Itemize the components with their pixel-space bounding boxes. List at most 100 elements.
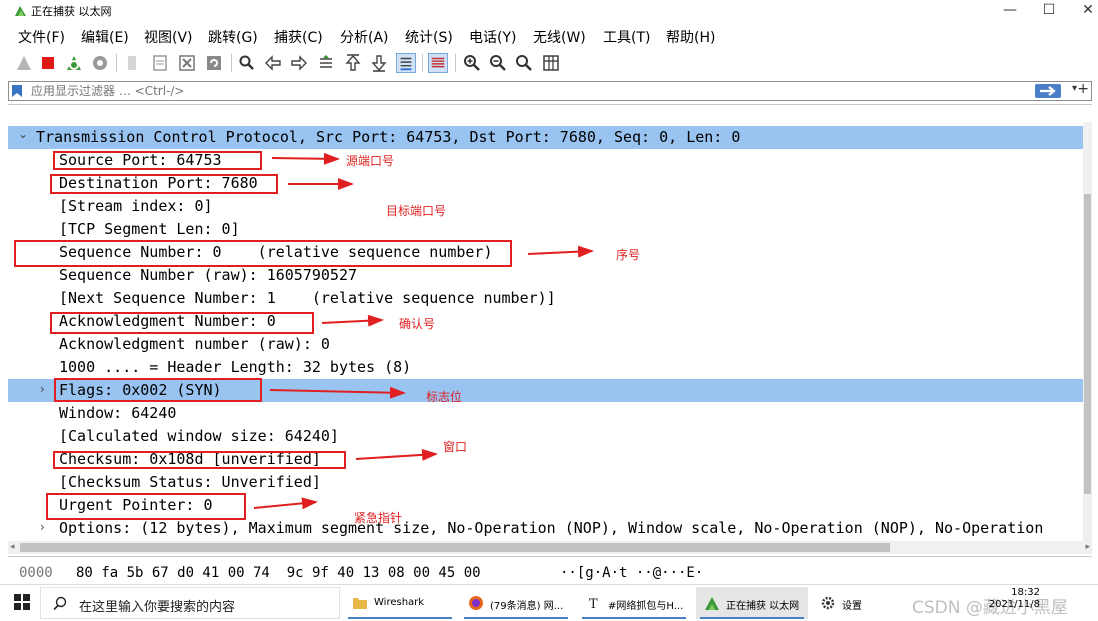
taskbar-item-typora[interactable]: T #网络抓包与H... [578, 587, 690, 619]
system-clock[interactable]: 18:32 2021/11/8 [989, 587, 1040, 611]
wireshark-icon [705, 597, 719, 610]
packet-list-pane-edge[interactable] [8, 104, 1092, 122]
tree-row-calculated-window[interactable]: [Calculated window size: 64240] [8, 425, 1083, 448]
annotation-label-sequence-number: 序号 [616, 248, 641, 262]
tree-row-text: [Next Sequence Number: 1 (relative seque… [59, 289, 556, 307]
tree-row-checksum-status[interactable]: [Checksum Status: Unverified] [8, 471, 1083, 494]
bookmark-icon[interactable] [11, 84, 23, 98]
menu-statistics[interactable]: 统计(S) [405, 27, 453, 47]
save-file-icon[interactable] [150, 53, 170, 73]
settings-icon [821, 596, 835, 610]
scroll-left-icon[interactable]: ◂ [10, 541, 15, 554]
zoom-out-icon[interactable] [488, 53, 508, 73]
windows-start-icon[interactable] [14, 594, 30, 610]
tree-row-stream-index[interactable]: [Stream index: 0] [8, 195, 1083, 218]
scrollbar-thumb[interactable] [1084, 194, 1091, 494]
taskbar-item-wireshark-folder[interactable]: Wireshark [344, 587, 456, 619]
firefox-icon [469, 596, 483, 610]
first-packet-icon[interactable] [343, 53, 363, 73]
tree-row-ack-raw[interactable]: Acknowledgment number (raw): 0 [8, 333, 1083, 356]
close-button[interactable]: ✕ [1066, 0, 1098, 21]
taskbar-item-settings[interactable]: 设置 [812, 587, 892, 619]
resize-columns-icon[interactable] [541, 53, 561, 73]
menu-tools[interactable]: 工具(T) [603, 27, 650, 47]
menu-telephony[interactable]: 电话(Y) [469, 27, 516, 47]
details-horizontal-scrollbar[interactable]: ◂ ▸ [8, 541, 1092, 554]
windows-taskbar: 在这里输入你要搜索的内容 Wireshark (79条消息) 网... T #网… [0, 584, 1098, 621]
tree-row-segment-len[interactable]: [TCP Segment Len: 0] [8, 218, 1083, 241]
display-filter-bar: ▾ + [8, 81, 1092, 101]
colorize-icon[interactable] [428, 53, 448, 73]
taskbar-search-box[interactable]: 在这里输入你要搜索的内容 [40, 587, 340, 619]
tree-row-header-length[interactable]: 1000 .... = Header Length: 32 bytes (8) [8, 356, 1083, 379]
tree-row-text: Sequence Number (raw): 1605790527 [59, 266, 358, 284]
menu-wireless[interactable]: 无线(W) [533, 27, 586, 47]
taskbar-item-firefox[interactable]: (79条消息) 网... [460, 587, 572, 619]
tree-row-text: [Checksum Status: Unverified] [59, 473, 321, 491]
restart-capture-icon[interactable] [64, 53, 84, 73]
open-file-icon[interactable] [122, 53, 142, 73]
filter-history-dropdown[interactable]: ▾ [1072, 83, 1077, 94]
menu-view[interactable]: 视图(V) [144, 27, 193, 47]
running-indicator [700, 617, 804, 619]
auto-scroll-icon[interactable] [396, 53, 416, 73]
shark-fin-start-icon[interactable] [14, 53, 34, 73]
menu-help[interactable]: 帮助(H) [666, 27, 715, 47]
annotation-label-source-port: 源端口号 [346, 154, 395, 168]
display-filter-input[interactable] [31, 83, 1011, 99]
collapse-chevron-icon[interactable]: ⌄ [18, 123, 28, 146]
normal-size-icon[interactable] [514, 53, 534, 73]
menu-file[interactable]: 文件(F) [18, 27, 65, 47]
menu-edit[interactable]: 编辑(E) [81, 27, 129, 47]
minimize-button[interactable]: — [988, 0, 1032, 21]
bytes-ascii[interactable]: ··[g·A·t ··@···E· [560, 565, 703, 581]
menu-analyze[interactable]: 分析(A) [340, 27, 389, 47]
capture-options-icon[interactable] [90, 53, 110, 73]
title-bar: 正在捕获 以太网 — ☐ ✕ [0, 0, 1098, 21]
details-vertical-scrollbar[interactable] [1083, 122, 1092, 541]
menu-capture[interactable]: 捕获(C) [274, 27, 323, 47]
zoom-in-icon[interactable] [462, 53, 482, 73]
annotation-box-urgent-pointer [46, 493, 246, 520]
taskbar-item-wireshark-capture[interactable]: 正在捕获 以太网 [696, 587, 808, 619]
find-packet-icon[interactable] [237, 53, 257, 73]
scroll-right-icon[interactable]: ▸ [1085, 541, 1090, 554]
annotation-label-destination-port: 目标端口号 [386, 204, 447, 218]
taskbar-item-label: Wireshark [374, 597, 425, 608]
annotation-box-ack-number [50, 312, 314, 334]
window-title: 正在捕获 以太网 [31, 5, 112, 18]
scrollbar-thumb[interactable] [20, 543, 890, 552]
tree-row-tcp-header[interactable]: ⌄ Transmission Control Protocol, Src Por… [8, 126, 1083, 149]
add-filter-button[interactable]: + [1077, 81, 1089, 97]
menu-go[interactable]: 跳转(G) [208, 27, 258, 47]
go-forward-icon[interactable] [289, 53, 309, 73]
go-to-packet-icon[interactable] [316, 53, 336, 73]
running-indicator [464, 617, 568, 619]
expand-chevron-icon[interactable]: › [40, 517, 45, 539]
last-packet-icon[interactable] [369, 53, 389, 73]
taskbar-item-label: #网络抓包与H... [608, 601, 684, 612]
bytes-hex[interactable]: 80 fa 5b 67 d0 41 00 74 9c 9f 40 13 08 0… [76, 565, 481, 581]
taskbar-item-label: (79条消息) 网... [490, 601, 564, 612]
tree-row-text: [TCP Segment Len: 0] [59, 220, 240, 238]
clock-date: 2021/11/8 [988, 599, 1040, 610]
close-file-icon[interactable] [177, 53, 197, 73]
taskbar-item-label: 设置 [842, 601, 862, 612]
tree-row-text: Transmission Control Protocol, Src Port:… [36, 128, 741, 146]
tree-row-options[interactable]: › Options: (12 bytes), Maximum segment s… [8, 517, 1083, 540]
tree-row-window[interactable]: Window: 64240 [8, 402, 1083, 425]
maximize-button[interactable]: ☐ [1027, 0, 1071, 21]
apply-filter-arrow-icon[interactable] [1035, 84, 1061, 98]
stop-capture-icon[interactable] [38, 53, 58, 73]
clock-time: 18:32 [1011, 587, 1040, 598]
typora-icon: T [589, 597, 598, 611]
tree-row-sequence-raw[interactable]: Sequence Number (raw): 1605790527 [8, 264, 1083, 287]
reload-file-icon[interactable] [204, 53, 224, 73]
search-placeholder: 在这里输入你要搜索的内容 [79, 600, 236, 615]
go-back-icon[interactable] [263, 53, 283, 73]
toolbar-separator [231, 54, 232, 72]
main-toolbar [0, 50, 1098, 78]
tree-row-next-sequence[interactable]: [Next Sequence Number: 1 (relative seque… [8, 287, 1083, 310]
expand-chevron-icon[interactable]: › [40, 378, 45, 401]
toolbar-separator [422, 54, 423, 72]
